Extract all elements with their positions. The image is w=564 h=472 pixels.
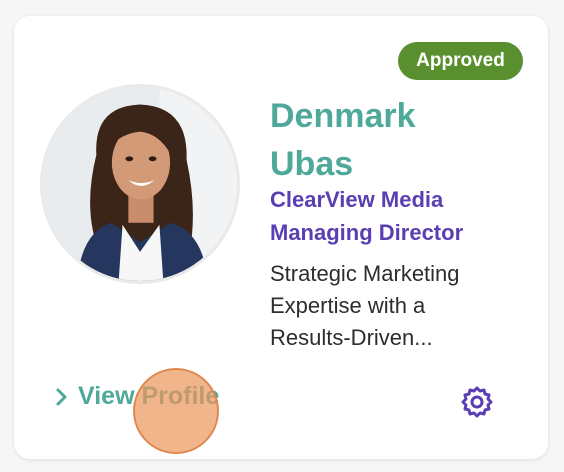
description-line: Expertise with a [270,293,426,318]
view-profile-label: View Profile [78,382,220,410]
gear-icon[interactable] [460,385,494,419]
company-name: ClearView Media [270,187,444,212]
avatar-image [43,87,237,281]
status-badge: Approved [398,42,523,80]
profile-name: Denmark Ubas [270,92,520,188]
description-line: Results-Driven... [270,325,433,350]
profile-description: Strategic Marketing Expertise with a Res… [270,258,510,354]
view-profile-link[interactable]: View Profile [50,382,219,411]
profile-role: ClearView Media Managing Director [270,183,530,249]
status-badge-label: Approved [416,50,505,71]
click-indicator [133,368,219,454]
avatar [40,84,240,284]
profile-card: Approved Denmark Ubas ClearView Media Ma… [14,16,548,459]
chevron-right-icon [50,386,72,408]
job-title: Managing Director [270,220,464,245]
description-line: Strategic Marketing [270,261,460,286]
profile-first-name: Denmark [270,97,416,135]
profile-last-name: Ubas [270,145,354,183]
